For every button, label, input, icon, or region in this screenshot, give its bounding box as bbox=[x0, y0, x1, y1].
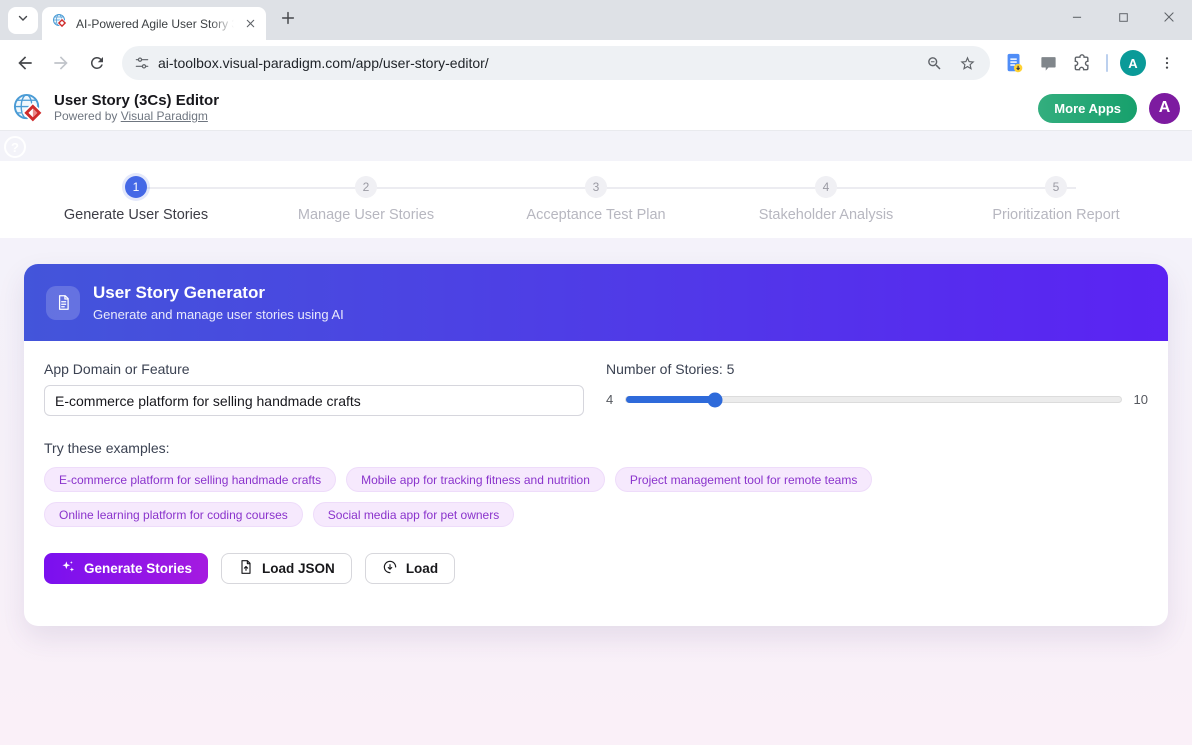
sparkles-icon bbox=[60, 559, 76, 578]
forward-button[interactable] bbox=[44, 46, 78, 80]
load-json-label: Load JSON bbox=[262, 561, 335, 576]
extensions-puzzle-icon[interactable] bbox=[1066, 47, 1098, 79]
powered-by: Powered by Visual Paradigm bbox=[54, 109, 219, 124]
browser-toolbar: ai-toolbox.visual-paradigm.com/app/user-… bbox=[0, 40, 1192, 86]
step-label: Prioritization Report bbox=[992, 207, 1119, 223]
browser-profile-avatar[interactable]: A bbox=[1120, 50, 1146, 76]
chevron-down-icon bbox=[16, 11, 30, 30]
stepper-band: 1 Generate User Stories 2 Manage User St… bbox=[0, 161, 1192, 238]
step-prioritization-report[interactable]: 5 Prioritization Report bbox=[941, 176, 1171, 223]
example-pill-project-management[interactable]: Project management tool for remote teams bbox=[615, 467, 872, 492]
step-acceptance-test-plan[interactable]: 3 Acceptance Test Plan bbox=[481, 176, 711, 223]
page-content: User Story Generator Generate and manage… bbox=[0, 238, 1192, 745]
slider-thumb[interactable] bbox=[708, 392, 723, 407]
new-tab-button[interactable] bbox=[274, 6, 302, 34]
bookmark-star-icon[interactable] bbox=[955, 55, 980, 72]
browser-menu-icon[interactable] bbox=[1152, 47, 1182, 79]
card-banner: User Story Generator Generate and manage… bbox=[24, 264, 1168, 341]
step-label: Acceptance Test Plan bbox=[526, 207, 665, 223]
site-favicon bbox=[52, 13, 68, 34]
step-label: Generate User Stories bbox=[64, 207, 208, 223]
example-pill-online-learning[interactable]: Online learning platform for coding cour… bbox=[44, 502, 303, 527]
load-label: Load bbox=[406, 561, 438, 576]
domain-field-group: App Domain or Feature bbox=[44, 361, 584, 416]
back-button[interactable] bbox=[8, 46, 42, 80]
step-number: 5 bbox=[1045, 176, 1067, 198]
app-title-block: User Story (3Cs) Editor Powered by Visua… bbox=[54, 92, 219, 124]
domain-input[interactable] bbox=[44, 385, 584, 416]
step-number: 2 bbox=[355, 176, 377, 198]
powered-by-prefix: Powered by bbox=[54, 109, 117, 123]
example-pill-ecommerce[interactable]: E-commerce platform for selling handmade… bbox=[44, 467, 336, 492]
download-circle-icon bbox=[382, 559, 398, 578]
step-manage-user-stories[interactable]: 2 Manage User Stories bbox=[251, 176, 481, 223]
app-header: User Story (3Cs) Editor Powered by Visua… bbox=[0, 86, 1192, 131]
step-label: Stakeholder Analysis bbox=[759, 207, 894, 223]
reload-button[interactable] bbox=[80, 46, 114, 80]
step-stakeholder-analysis[interactable]: 4 Stakeholder Analysis bbox=[711, 176, 941, 223]
generator-form: App Domain or Feature Number of Stories:… bbox=[24, 341, 1168, 626]
slider-fill bbox=[626, 396, 715, 403]
banner-text: User Story Generator Generate and manage… bbox=[93, 283, 344, 322]
example-pills: E-commerce platform for selling handmade… bbox=[44, 467, 1064, 527]
window-controls bbox=[1054, 0, 1192, 40]
action-buttons: Generate Stories Load JSON Load bbox=[44, 553, 1148, 584]
user-avatar[interactable]: A bbox=[1149, 93, 1180, 124]
maximize-button[interactable] bbox=[1100, 0, 1146, 34]
step-label: Manage User Stories bbox=[298, 207, 434, 223]
generate-stories-button[interactable]: Generate Stories bbox=[44, 553, 208, 584]
address-bar[interactable]: ai-toolbox.visual-paradigm.com/app/user-… bbox=[122, 46, 990, 80]
document-icon bbox=[46, 286, 80, 320]
docs-offline-extension-icon[interactable] bbox=[998, 47, 1030, 79]
generator-card: User Story Generator Generate and manage… bbox=[24, 264, 1168, 626]
examples-label: Try these examples: bbox=[44, 440, 1148, 456]
stories-slider[interactable] bbox=[625, 396, 1121, 403]
example-pill-fitness[interactable]: Mobile app for tracking fitness and nutr… bbox=[346, 467, 605, 492]
stories-slider-row: 4 10 bbox=[606, 392, 1148, 407]
step-number: 4 bbox=[815, 176, 837, 198]
browser-tab[interactable]: AI-Powered Agile User Story 3C bbox=[42, 7, 266, 40]
step-generate-user-stories[interactable]: 1 Generate User Stories bbox=[21, 176, 251, 223]
generate-stories-label: Generate Stories bbox=[84, 561, 192, 576]
chat-bubble-extension-icon[interactable] bbox=[1032, 47, 1064, 79]
app-title: User Story (3Cs) Editor bbox=[54, 92, 219, 109]
visual-paradigm-logo bbox=[12, 92, 45, 125]
tab-title: AI-Powered Agile User Story 3C bbox=[76, 17, 234, 31]
page: ? 1 Generate User Stories 2 Manage User … bbox=[0, 131, 1192, 745]
url-text[interactable]: ai-toolbox.visual-paradigm.com/app/user-… bbox=[158, 55, 914, 71]
tab-search-button[interactable] bbox=[8, 7, 38, 34]
tab-close-icon[interactable] bbox=[242, 16, 258, 32]
step-number: 3 bbox=[585, 176, 607, 198]
help-icon[interactable]: ? bbox=[4, 136, 26, 158]
step-number: 1 bbox=[125, 176, 147, 198]
help-strip: ? bbox=[0, 131, 1192, 161]
load-button[interactable]: Load bbox=[365, 553, 455, 584]
minimize-button[interactable] bbox=[1054, 0, 1100, 34]
slider-max-label: 10 bbox=[1134, 392, 1148, 407]
example-pill-social-media[interactable]: Social media app for pet owners bbox=[313, 502, 514, 527]
plus-icon bbox=[280, 10, 296, 31]
more-apps-button[interactable]: More Apps bbox=[1038, 94, 1137, 123]
wizard-stepper: 1 Generate User Stories 2 Manage User St… bbox=[21, 176, 1171, 223]
site-settings-icon[interactable] bbox=[134, 55, 150, 71]
card-title: User Story Generator bbox=[93, 283, 344, 303]
slider-min-label: 4 bbox=[606, 392, 613, 407]
toolbar-separator bbox=[1106, 54, 1108, 72]
card-subtitle: Generate and manage user stories using A… bbox=[93, 307, 344, 322]
stories-count-label: Number of Stories: 5 bbox=[606, 361, 1148, 377]
file-upload-icon bbox=[238, 559, 254, 578]
stories-field-group: Number of Stories: 5 4 10 bbox=[606, 361, 1148, 416]
load-json-button[interactable]: Load JSON bbox=[221, 553, 352, 584]
zoom-out-icon[interactable] bbox=[922, 55, 947, 72]
close-window-button[interactable] bbox=[1146, 0, 1192, 34]
domain-label: App Domain or Feature bbox=[44, 361, 584, 377]
browser-tab-strip: AI-Powered Agile User Story 3C bbox=[0, 0, 1192, 40]
visual-paradigm-link[interactable]: Visual Paradigm bbox=[121, 109, 208, 123]
